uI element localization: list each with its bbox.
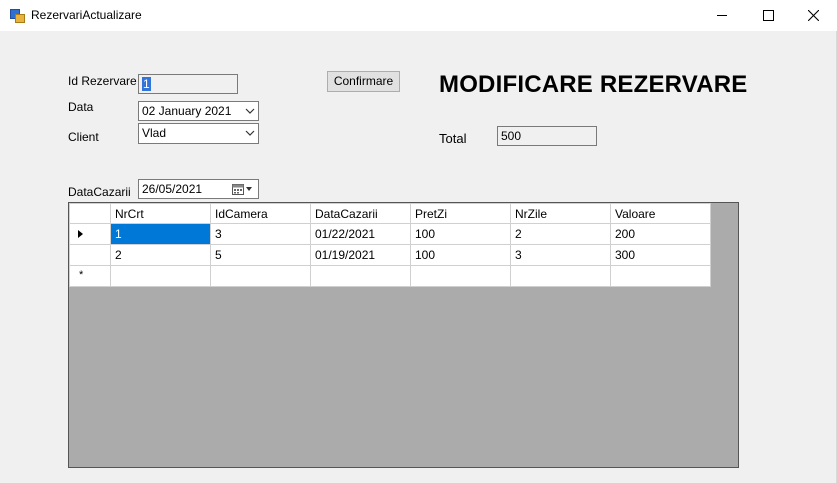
data-label: Data [68,100,94,114]
datacazarii-value: 26/05/2021 [142,182,203,196]
table-cell[interactable]: 100 [410,223,511,245]
table-row[interactable]: 2 5 01/19/2021 100 3 300 [69,244,711,266]
data-value: 02 January 2021 [142,104,232,118]
client-label: Client [68,130,99,144]
close-button[interactable] [791,0,837,31]
app-icon [10,9,25,23]
row-header[interactable] [69,223,111,245]
table-cell[interactable]: 3 [210,223,311,245]
table-cell[interactable]: 5 [210,244,311,266]
calendar-dropdown-icon[interactable] [232,183,254,195]
id-rezervare-label: Id Rezervare [68,74,137,88]
chevron-down-icon[interactable] [245,107,255,115]
row-header[interactable] [69,244,111,266]
table-cell[interactable] [610,265,711,287]
title-bar: RezervariActualizare [0,0,837,31]
page-title: MODIFICARE REZERVARE [439,71,748,98]
current-row-arrow-icon [78,230,83,238]
new-row[interactable]: * [69,265,711,287]
confirmare-button[interactable]: Confirmare [327,71,400,92]
data-datepicker[interactable]: 02 January 2021 [138,101,259,121]
table-cell[interactable]: 300 [610,244,711,266]
client-value: Vlad [142,126,167,140]
minimize-button[interactable] [700,0,746,31]
id-rezervare-field[interactable]: 1 [138,74,238,94]
row-header-corner[interactable] [69,203,111,224]
maximize-icon [763,10,774,21]
table-row[interactable]: 1 3 01/22/2021 100 2 200 [69,223,711,245]
table-cell[interactable]: 2 [510,223,611,245]
table-cell[interactable]: 01/19/2021 [310,244,411,266]
table-cell[interactable]: 01/22/2021 [310,223,411,245]
table-cell[interactable]: 3 [510,244,611,266]
rezervari-datagrid[interactable]: NrCrt IdCamera DataCazarii PretZi NrZile… [68,202,739,468]
total-field[interactable]: 500 [497,126,597,146]
table-cell[interactable]: 100 [410,244,511,266]
column-header-datacazarii[interactable]: DataCazarii [310,203,411,224]
close-icon [808,10,819,21]
column-header-pretzi[interactable]: PretZi [410,203,511,224]
client-combobox[interactable]: Vlad [138,123,259,144]
table-cell[interactable]: 1 [110,223,211,245]
rezervari-table: NrCrt IdCamera DataCazarii PretZi NrZile… [69,203,711,287]
total-value: 500 [501,129,522,143]
total-label: Total [439,131,467,146]
column-header-valoare[interactable]: Valoare [610,203,711,224]
window-title: RezervariActualizare [31,8,142,22]
header-row: NrCrt IdCamera DataCazarii PretZi NrZile… [69,203,711,224]
form-client-area: Id Rezervare 1 Data 02 January 2021 Clie… [0,31,837,483]
table-cell[interactable] [510,265,611,287]
column-header-nrzile[interactable]: NrZile [510,203,611,224]
new-row-icon: * [79,269,84,281]
datacazarii-datepicker[interactable]: 26/05/2021 [138,179,259,199]
table-cell[interactable] [210,265,311,287]
table-cell[interactable]: 200 [610,223,711,245]
table-cell[interactable]: 2 [110,244,211,266]
table-cell[interactable] [310,265,411,287]
datacazarii-label: DataCazarii [68,185,131,199]
column-header-nrcrt[interactable]: NrCrt [110,203,211,224]
minimize-icon [717,15,727,16]
table-cell[interactable] [110,265,211,287]
row-header[interactable]: * [69,265,111,287]
table-cell[interactable] [410,265,511,287]
column-header-idcamera[interactable]: IdCamera [210,203,311,224]
chevron-down-icon[interactable] [245,129,255,137]
maximize-button[interactable] [746,0,792,31]
id-rezervare-value: 1 [142,77,151,91]
